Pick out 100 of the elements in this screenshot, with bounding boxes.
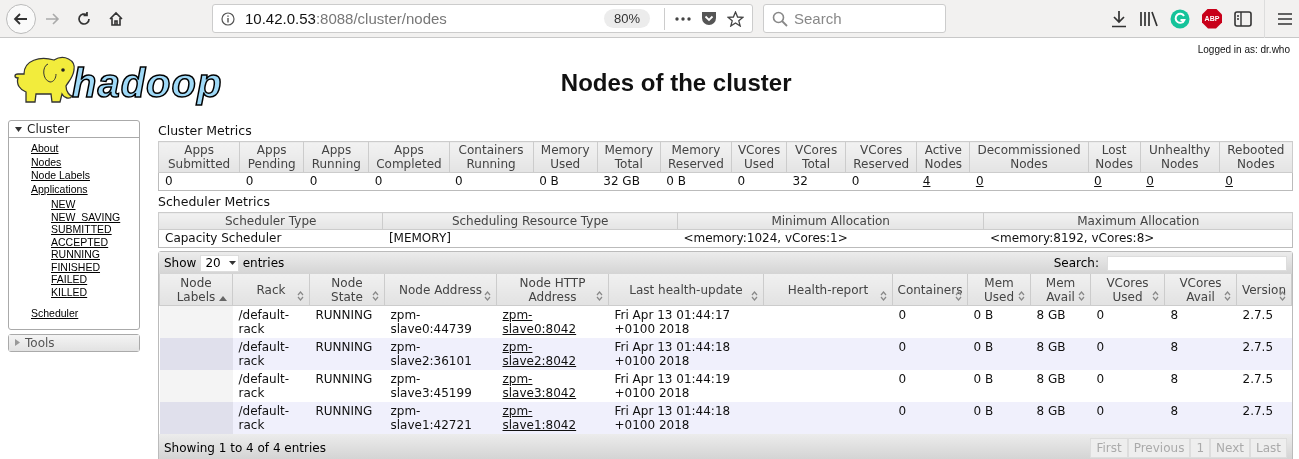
column-header[interactable]: Mem Avail — [1030, 274, 1091, 306]
column-header: Scheduling Resource Type — [382, 212, 678, 230]
table-cell: zpm-slave2:36101 — [384, 338, 497, 370]
table-cell: Fri Apr 13 01:44:18 +0100 2018 — [608, 402, 764, 434]
show-label: Show — [164, 256, 197, 270]
metric-link[interactable]: 0 — [1094, 174, 1102, 188]
column-header: Apps Submitted — [158, 141, 240, 173]
metric-link[interactable]: 0 — [975, 174, 984, 188]
sidebar-sublink[interactable]: KILLED — [51, 285, 88, 298]
sidebar-link[interactable]: Node Labels — [31, 169, 90, 183]
table-cell: RUNNING — [309, 338, 385, 370]
node-http-link[interactable]: zpm-slave0:8042 — [502, 308, 603, 336]
more-icon[interactable] — [675, 16, 691, 21]
column-header[interactable]: Last health-update — [608, 274, 764, 306]
sidebar-sublink[interactable]: SUBMITTED — [51, 223, 112, 236]
table-cell: 8 — [1164, 370, 1237, 402]
sidebar-link[interactable]: Nodes — [31, 155, 62, 169]
column-header[interactable]: Node Address — [384, 274, 497, 306]
column-header: Minimum Allocation — [677, 212, 984, 230]
sidebar-header[interactable]: Cluster — [9, 121, 139, 138]
library-icon[interactable] — [1139, 10, 1158, 27]
sidebar-header-label: Cluster — [27, 122, 70, 136]
sidebar-link[interactable]: Applications — [31, 182, 88, 196]
table-search-field[interactable] — [1107, 255, 1287, 271]
metric-link[interactable]: 4 — [922, 174, 931, 188]
column-header[interactable]: VCores Avail — [1164, 274, 1237, 306]
column-header[interactable]: Rack — [232, 274, 310, 306]
column-header: Apps Running — [303, 141, 369, 173]
metric-link[interactable]: 0 — [1146, 174, 1154, 188]
table-cell: <memory:1024, vCores:1> — [677, 229, 984, 248]
table-cell: 0 B — [967, 370, 1031, 402]
table-cell: 32 GB — [597, 172, 661, 191]
table-info: Showing 1 to 4 of 4 entries — [164, 440, 326, 455]
table-cell: 0 B — [967, 402, 1031, 434]
info-icon[interactable] — [221, 11, 235, 26]
column-header: Unhealthy Nodes — [1140, 141, 1220, 173]
sidebar-sublink[interactable]: ACCEPTED — [51, 235, 109, 248]
sidebar-header[interactable]: Tools — [9, 334, 139, 351]
table-cell: 0 — [1090, 370, 1165, 402]
sidebar-sublink[interactable]: RUNNING — [51, 248, 100, 261]
table-cell: 0 — [845, 172, 917, 191]
zoom-level[interactable]: 80% — [603, 9, 650, 28]
back-arrow-icon — [13, 10, 29, 27]
sidebar-sublink[interactable]: FINISHED — [51, 260, 100, 273]
table-cell: RUNNING — [309, 370, 385, 402]
column-header[interactable]: Containers — [892, 274, 968, 306]
column-header: Containers Running — [449, 141, 534, 173]
metric-link[interactable]: 0 — [1225, 174, 1233, 188]
table-cell: 8 — [1164, 305, 1237, 338]
table-cell: RUNNING — [309, 402, 385, 434]
column-header: Apps Completed — [368, 141, 449, 173]
star-icon[interactable] — [727, 10, 744, 27]
search-label: Search: — [1053, 256, 1099, 270]
column-header: Active Nodes — [916, 141, 970, 173]
column-header[interactable]: Node Labels — [159, 274, 233, 306]
table-cell: 2.7.5 — [1236, 370, 1292, 402]
url-path: :8088/cluster/nodes — [315, 10, 447, 27]
back-button[interactable] — [6, 3, 36, 34]
column-header: Scheduler Type — [158, 212, 383, 230]
column-header[interactable]: Health-report — [763, 274, 893, 306]
sidebar-icon[interactable] — [1234, 10, 1252, 27]
column-header[interactable]: Mem Used — [967, 274, 1031, 306]
column-header[interactable]: VCores Used — [1090, 274, 1165, 306]
table-cell: 0 — [892, 305, 968, 338]
sidebar-link[interactable]: Scheduler — [31, 307, 79, 321]
table-cell: 2.7.5 — [1236, 305, 1292, 338]
table-cell: Fri Apr 13 01:44:18 +0100 2018 — [608, 338, 764, 370]
menu-icon[interactable] — [1277, 11, 1293, 26]
address-bar[interactable]: 10.42.0.53:8088/cluster/nodes 80% — [212, 4, 753, 33]
download-icon[interactable] — [1111, 9, 1127, 28]
column-header[interactable]: Node HTTP Address — [496, 274, 609, 306]
table-cell: 0 B — [967, 305, 1031, 338]
table-cell: 0 — [368, 172, 449, 191]
caret-down-icon — [228, 261, 236, 265]
table-cell: Fri Apr 13 01:44:19 +0100 2018 — [608, 370, 764, 402]
table-cell: <memory:8192, vCores:8> — [983, 229, 1293, 248]
sidebar-sublink[interactable]: FAILED — [51, 273, 88, 286]
table-cell: 0 — [892, 338, 968, 370]
table-cell: 32 — [786, 172, 846, 191]
table-cell: 0 — [1090, 402, 1165, 434]
table-cell: /default-rack — [232, 402, 310, 434]
page-size-select[interactable]: 20 — [200, 254, 239, 272]
table-cell: 8 — [1164, 402, 1237, 434]
pocket-icon[interactable] — [701, 11, 717, 26]
sidebar-sublink[interactable]: NEW — [51, 198, 76, 211]
column-header[interactable]: Node State — [309, 274, 385, 306]
sidebar-header-label: Tools — [25, 335, 55, 350]
column-header: Maximum Allocation — [983, 212, 1293, 230]
table-cell: 0 — [731, 172, 787, 191]
table-cell: 0 — [1090, 305, 1165, 338]
node-http-link[interactable]: zpm-slave3:8042 — [502, 372, 603, 400]
logged-in-label: Logged in as: dr.who — [1197, 44, 1290, 55]
sidebar-sublink[interactable]: NEW_SAVING — [51, 210, 121, 223]
column-header[interactable]: Version — [1236, 274, 1292, 306]
column-header: Memory Total — [597, 141, 661, 173]
section-title: Scheduler Metrics — [158, 194, 271, 209]
column-header: Rebooted Nodes — [1219, 141, 1293, 173]
table-cell: zpm-slave0:44739 — [384, 305, 497, 338]
search-field[interactable]: Search — [763, 4, 946, 33]
sidebar-link[interactable]: About — [31, 142, 59, 156]
